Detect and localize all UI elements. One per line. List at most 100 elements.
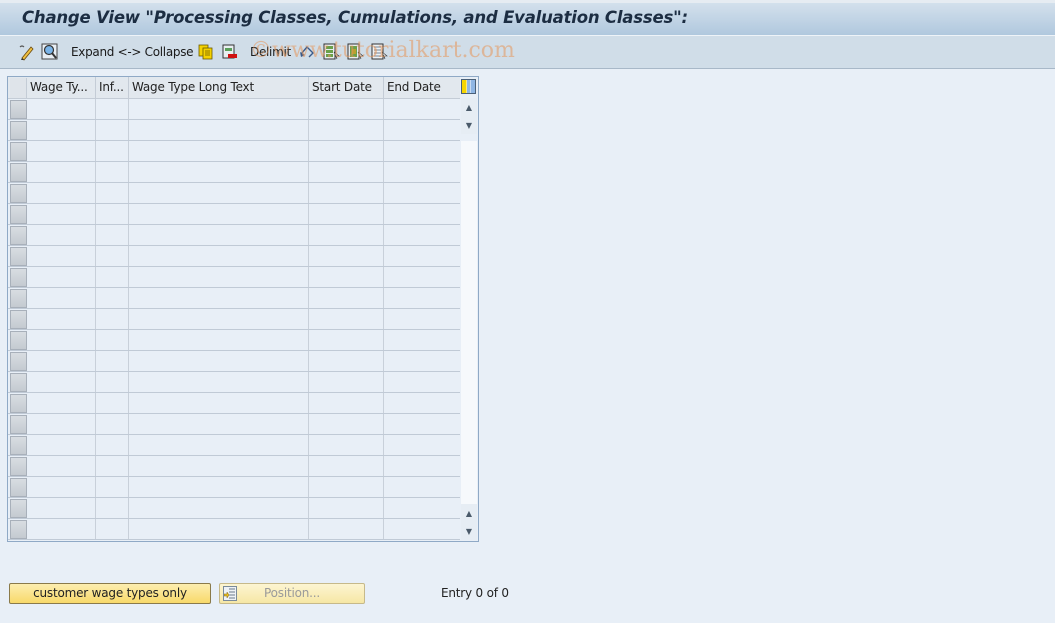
cell-infotype[interactable] xyxy=(96,183,129,203)
cell-start-date[interactable] xyxy=(309,141,384,161)
delimit-button[interactable]: Delimit xyxy=(250,42,291,62)
cell-start-date[interactable] xyxy=(309,120,384,140)
cell-wage-type[interactable] xyxy=(27,477,96,497)
row-selector[interactable] xyxy=(10,457,27,476)
cell-infotype[interactable] xyxy=(96,372,129,392)
cell-wage-type[interactable] xyxy=(27,351,96,371)
row-selector[interactable] xyxy=(10,205,27,224)
cell-start-date[interactable] xyxy=(309,435,384,455)
column-header-end-date[interactable]: End Date xyxy=(384,77,460,98)
cell-infotype[interactable] xyxy=(96,519,129,539)
cell-wage-type[interactable] xyxy=(27,498,96,518)
cell-wage-type[interactable] xyxy=(27,456,96,476)
cell-long-text[interactable] xyxy=(129,456,309,476)
cell-end-date[interactable] xyxy=(384,372,460,392)
cell-wage-type[interactable] xyxy=(27,309,96,329)
cell-wage-type[interactable] xyxy=(27,246,96,266)
cell-long-text[interactable] xyxy=(129,183,309,203)
cell-end-date[interactable] xyxy=(384,267,460,287)
column-header-wage-type[interactable]: Wage Ty... xyxy=(27,77,96,98)
cell-infotype[interactable] xyxy=(96,498,129,518)
column-header-start-date[interactable]: Start Date xyxy=(309,77,384,98)
cell-long-text[interactable] xyxy=(129,519,309,539)
cell-wage-type[interactable] xyxy=(27,120,96,140)
column-config-icon[interactable] xyxy=(461,79,476,94)
cell-start-date[interactable] xyxy=(309,372,384,392)
cell-infotype[interactable] xyxy=(96,351,129,371)
cell-end-date[interactable] xyxy=(384,120,460,140)
cell-wage-type[interactable] xyxy=(27,414,96,434)
cell-end-date[interactable] xyxy=(384,435,460,455)
row-selector[interactable] xyxy=(10,226,27,245)
cell-infotype[interactable] xyxy=(96,477,129,497)
cell-long-text[interactable] xyxy=(129,414,309,434)
cell-long-text[interactable] xyxy=(129,393,309,413)
cell-wage-type[interactable] xyxy=(27,204,96,224)
undo-change-button[interactable] xyxy=(298,42,316,62)
cell-wage-type[interactable] xyxy=(27,162,96,182)
cell-end-date[interactable] xyxy=(384,225,460,245)
customer-wage-types-only-button[interactable]: customer wage types only xyxy=(9,583,211,604)
row-selector[interactable] xyxy=(10,268,27,287)
scroll-down-top-button[interactable]: ▼ xyxy=(461,116,477,134)
copy-button[interactable] xyxy=(197,42,215,62)
cell-end-date[interactable] xyxy=(384,309,460,329)
cell-start-date[interactable] xyxy=(309,288,384,308)
row-selector[interactable] xyxy=(10,499,27,518)
position-button[interactable]: Position... xyxy=(219,583,365,604)
cell-start-date[interactable] xyxy=(309,246,384,266)
row-selector[interactable] xyxy=(10,184,27,203)
cell-long-text[interactable] xyxy=(129,246,309,266)
cell-start-date[interactable] xyxy=(309,519,384,539)
cell-wage-type[interactable] xyxy=(27,393,96,413)
cell-long-text[interactable] xyxy=(129,309,309,329)
row-selector[interactable] xyxy=(10,520,27,539)
cell-infotype[interactable] xyxy=(96,267,129,287)
row-selector[interactable] xyxy=(10,163,27,182)
cell-end-date[interactable] xyxy=(384,477,460,497)
find-button[interactable] xyxy=(41,42,59,62)
cell-start-date[interactable] xyxy=(309,162,384,182)
cell-wage-type[interactable] xyxy=(27,183,96,203)
cell-long-text[interactable] xyxy=(129,162,309,182)
cell-wage-type[interactable] xyxy=(27,519,96,539)
delete-button[interactable] xyxy=(221,42,239,62)
cell-wage-type[interactable] xyxy=(27,225,96,245)
cell-infotype[interactable] xyxy=(96,204,129,224)
expand-collapse-button[interactable]: Expand <-> Collapse xyxy=(71,42,194,62)
scroll-up-bottom-button[interactable]: ▲ xyxy=(461,504,477,522)
cell-end-date[interactable] xyxy=(384,498,460,518)
cell-start-date[interactable] xyxy=(309,225,384,245)
column-header-infotype[interactable]: Inf... xyxy=(96,77,129,98)
cell-end-date[interactable] xyxy=(384,330,460,350)
vertical-scrollbar[interactable]: ▲ ▼ ▲ ▼ xyxy=(460,77,478,541)
cell-infotype[interactable] xyxy=(96,456,129,476)
scrollbar-track[interactable] xyxy=(461,141,477,506)
cell-long-text[interactable] xyxy=(129,330,309,350)
cell-infotype[interactable] xyxy=(96,225,129,245)
row-selector[interactable] xyxy=(10,373,27,392)
cell-wage-type[interactable] xyxy=(27,267,96,287)
cell-wage-type[interactable] xyxy=(27,141,96,161)
cell-infotype[interactable] xyxy=(96,120,129,140)
scroll-up-top-button[interactable]: ▲ xyxy=(461,98,477,116)
cell-end-date[interactable] xyxy=(384,99,460,119)
cell-infotype[interactable] xyxy=(96,435,129,455)
cell-end-date[interactable] xyxy=(384,183,460,203)
cell-start-date[interactable] xyxy=(309,204,384,224)
scroll-down-bottom-button[interactable]: ▼ xyxy=(461,522,477,540)
row-selector[interactable] xyxy=(10,310,27,329)
cell-start-date[interactable] xyxy=(309,351,384,371)
cell-long-text[interactable] xyxy=(129,435,309,455)
row-selector[interactable] xyxy=(10,415,27,434)
cell-wage-type[interactable] xyxy=(27,330,96,350)
cell-long-text[interactable] xyxy=(129,99,309,119)
cell-start-date[interactable] xyxy=(309,498,384,518)
cell-end-date[interactable] xyxy=(384,351,460,371)
cell-start-date[interactable] xyxy=(309,99,384,119)
cell-infotype[interactable] xyxy=(96,141,129,161)
cell-start-date[interactable] xyxy=(309,456,384,476)
cell-start-date[interactable] xyxy=(309,309,384,329)
row-selector[interactable] xyxy=(10,121,27,140)
row-selector[interactable] xyxy=(10,352,27,371)
